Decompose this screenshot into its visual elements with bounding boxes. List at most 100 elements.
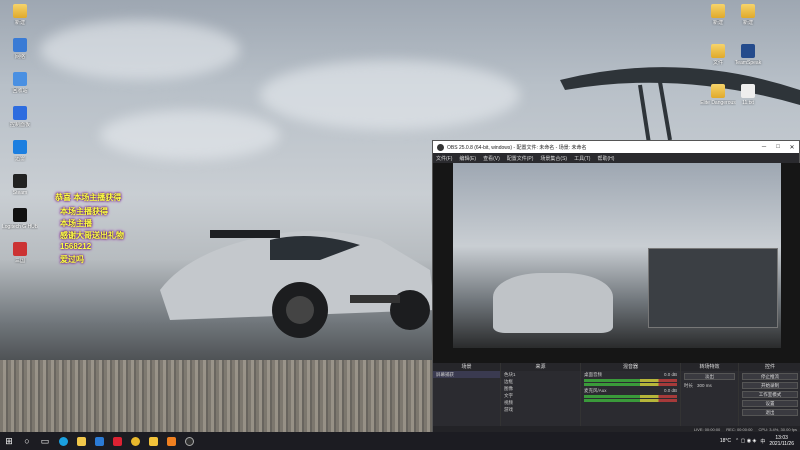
duration-label: 时长 (684, 383, 693, 388)
menu-file[interactable]: 文件(F) (436, 155, 452, 162)
menu-scene-collection[interactable]: 场景集合(S) (540, 155, 567, 162)
desktop-icon-label: Logitech G HUB (2, 224, 38, 230)
desktop-icon-label: 控制面板 (9, 122, 30, 128)
nested-preview (648, 248, 778, 328)
source-item[interactable]: 视频 (501, 399, 580, 406)
app-icon (13, 106, 27, 120)
weather-text[interactable]: 18°C (720, 438, 731, 444)
volume-meter (584, 395, 677, 398)
sources-title: 来源 (501, 363, 580, 371)
mixer-channel-label: 麦克风/Aux 0.0 dB (581, 387, 680, 394)
app-icon (741, 84, 755, 98)
menu-edit[interactable]: 编辑(E) (459, 155, 476, 162)
source-item[interactable]: 图像 (501, 385, 580, 392)
cloud (260, 60, 520, 130)
source-item[interactable]: 文字 (501, 392, 580, 399)
start-record-button[interactable]: 开始录制 (742, 382, 798, 389)
transitions-dock: 转场特效 淡出 时长 300 ms (681, 363, 739, 432)
obs-titlebar[interactable]: OBS 25.0.8 (64-bit, windows) - 配置文件: 未命名… (433, 141, 799, 153)
desktop-icon[interactable]: TeamSpeak (730, 44, 766, 66)
menu-tools[interactable]: 工具(T) (574, 155, 590, 162)
chrome-icon[interactable] (126, 432, 144, 450)
channel-name: 麦克风/Aux (584, 388, 607, 393)
ime-indicator[interactable]: 中 (760, 438, 765, 445)
desktop-icon[interactable]: 新建 (2, 4, 38, 26)
task-view-icon[interactable]: ▭ (36, 432, 54, 450)
explorer-icon[interactable] (72, 432, 90, 450)
desktop-icon-label: TeamSpeak (734, 60, 762, 66)
system-tray: 18°C ⌃ ▢ ◉ ◈ 中 13:03 2021/11/26 (720, 435, 800, 447)
car-image (160, 230, 435, 338)
source-item[interactable]: 游戏 (501, 406, 580, 413)
settings-button[interactable]: 设置 (742, 400, 798, 407)
desktop-icon[interactable]: 三国 (2, 242, 38, 264)
source-item[interactable]: 边框 (501, 378, 580, 385)
overlay-text: 感谢大哥送出礼物 (60, 231, 124, 240)
studio-mode-button[interactable]: 工作室模式 (742, 391, 798, 398)
channel-db: 0.0 dB (663, 372, 677, 377)
menu-view[interactable]: 查看(V) (483, 155, 500, 162)
scene-item[interactable]: 屏幕捕获 (433, 371, 500, 378)
desktop-icon-label: Steam (12, 190, 28, 196)
mixer-dock: 混音器 桌面音频 0.0 dB 麦克风/Aux 0.0 dB (581, 363, 681, 432)
taskbar: ⊞ ○ ▭ 18°C ⌃ ▢ ◉ ◈ 中 13:03 2021/11/26 (0, 432, 800, 450)
desktop-icon-label: 网络 (14, 54, 25, 60)
app-icon (711, 84, 725, 98)
cloud (100, 110, 280, 160)
obs-preview[interactable] (433, 163, 800, 363)
store-icon[interactable] (90, 432, 108, 450)
clock[interactable]: 13:03 2021/11/26 (769, 435, 794, 447)
desktop-icon[interactable]: Steam (2, 174, 38, 196)
search-icon[interactable]: ○ (18, 432, 36, 450)
channel-db: 0.0 dB (663, 388, 677, 393)
channel-name: 桌面音频 (584, 372, 602, 377)
obs-taskbar-icon[interactable] (180, 432, 198, 450)
clock-date: 2021/11/26 (769, 441, 794, 447)
app-icon (741, 4, 755, 18)
desktop-icon[interactable]: 回收站 (2, 72, 38, 94)
desktop-icon[interactable]: 迅雷 (2, 140, 38, 162)
desktop: 新建 网络 回收站 控制面板 迅雷 Steam Logitech G HUB 三国 新建 新建文… (0, 0, 800, 432)
mixer-title: 混音器 (581, 363, 680, 371)
transitions-title: 转场特效 (681, 363, 738, 371)
app-icon (13, 242, 27, 256)
desktop-icon[interactable]: 11.txt (730, 84, 766, 106)
edge-icon[interactable] (54, 432, 72, 450)
controls-dock: 控件 停止推流 开始录制 工作室模式 设置 退出 (739, 363, 800, 432)
app-yellow-icon[interactable] (144, 432, 162, 450)
tray-icons[interactable]: ⌃ ▢ ◉ ◈ (735, 438, 756, 444)
source-item[interactable]: 色块1 (501, 371, 580, 378)
minimize-icon[interactable]: ─ (757, 144, 771, 151)
app-icon (13, 140, 27, 154)
overlay-text: 爱过吗 (60, 255, 84, 264)
scenes-title: 场景 (433, 363, 500, 371)
duration-row: 时长 300 ms (681, 382, 738, 389)
desktop-icon[interactable]: 网络 (2, 38, 38, 60)
desktop-icon[interactable]: 控制面板 (2, 106, 38, 128)
close-icon[interactable]: ✕ (785, 144, 799, 151)
scenes-dock: 场景 屏幕捕获 (433, 363, 501, 432)
stop-stream-button[interactable]: 停止推流 (742, 373, 798, 380)
desktop-icon[interactable]: Logitech G HUB (2, 208, 38, 230)
desktop-icon[interactable]: 新建 (730, 4, 766, 26)
transition-select[interactable]: 淡出 (684, 373, 735, 380)
desktop-icon-label: 三国 (14, 258, 25, 264)
overlay-text: 本场主播 (60, 219, 92, 228)
desktop-icon-label: 新建 (14, 20, 25, 26)
maximize-icon[interactable]: □ (771, 144, 785, 151)
sources-dock: 来源 色块1 边框 图像 文字 视频 游戏 (501, 363, 581, 432)
obs-window[interactable]: OBS 25.0.8 (64-bit, windows) - 配置文件: 未命名… (432, 140, 800, 432)
app-orange-icon[interactable] (162, 432, 180, 450)
obs-title-text: OBS 25.0.8 (64-bit, windows) - 配置文件: 未命名… (447, 144, 587, 151)
preview-canvas (453, 163, 781, 348)
app-icon (741, 44, 755, 58)
duration-value[interactable]: 300 ms (697, 382, 712, 389)
app-icon (711, 44, 725, 58)
controls-title: 控件 (739, 363, 800, 371)
desktop-icon-label: 11.txt (742, 100, 754, 106)
menu-help[interactable]: 帮助(H) (597, 155, 614, 162)
start-icon[interactable]: ⊞ (0, 432, 18, 450)
exit-button[interactable]: 退出 (742, 409, 798, 416)
app-red-icon[interactable] (108, 432, 126, 450)
menu-profile[interactable]: 配置文件(P) (507, 155, 534, 162)
